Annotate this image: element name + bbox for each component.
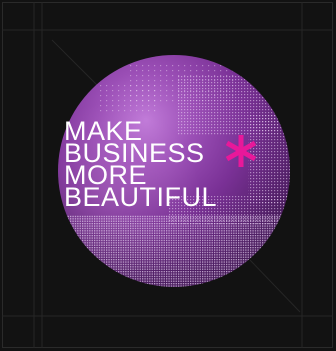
headline-line-4: BEAUTIFUL (64, 182, 218, 212)
poster-canvas: MAKE BUSINESS MORE BEAUTIFUL (0, 0, 336, 351)
asterisk-icon (225, 135, 257, 167)
